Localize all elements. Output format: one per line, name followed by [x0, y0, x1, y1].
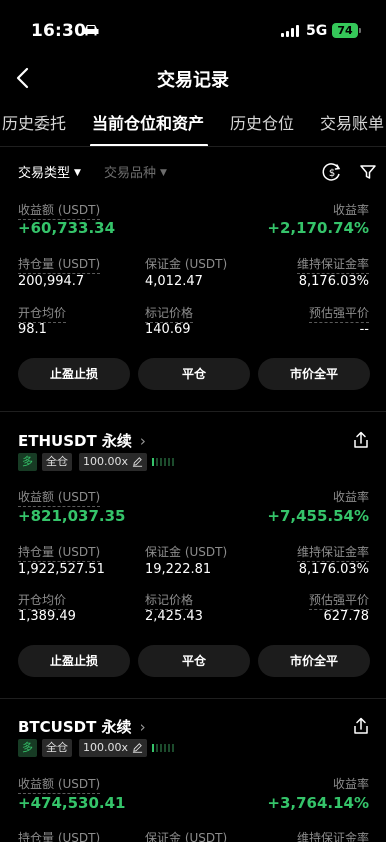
- entry-price-label: 开仓均价: [18, 591, 67, 610]
- entry-price-value: 1,389.49: [18, 609, 76, 624]
- liq-price-value: --: [359, 322, 369, 337]
- tpsl-button[interactable]: 止盈止损: [18, 645, 130, 677]
- size-value: 1,922,527.51: [18, 562, 105, 577]
- chevron-right-icon: ›: [139, 432, 146, 450]
- tab-bar: 历史委托 当前仓位和资产 历史仓位 交易账单: [0, 110, 386, 147]
- tpsl-button[interactable]: 止盈止损: [18, 358, 130, 390]
- margin-mode-badge: 全仓: [42, 453, 72, 471]
- roi-value: +2,170.74%: [267, 219, 369, 237]
- market-close-button[interactable]: 市价全平: [258, 358, 370, 390]
- battery-indicator: 74: [332, 23, 361, 38]
- leverage-value: 100.00x: [83, 455, 128, 468]
- tab-trade-bills[interactable]: 交易账单: [320, 110, 384, 134]
- status-bar: 16:30 5G 74: [0, 0, 386, 60]
- margin-value: 4,012.47: [145, 274, 203, 289]
- mmr-label: 维持保证金率: [297, 829, 369, 842]
- size-value: 200,994.7: [18, 274, 85, 289]
- pnl-value: +60,733.34: [18, 219, 116, 237]
- mark-price-value: 140.69: [145, 322, 191, 337]
- caret-down-icon: ▼: [74, 168, 81, 178]
- filter-bar: 交易类型 ▼ 交易品种 ▼ $: [0, 162, 386, 184]
- leverage-value: 100.00x: [83, 741, 128, 754]
- tab-position-history[interactable]: 历史仓位: [230, 110, 294, 134]
- mark-price-label: 标记价格: [145, 591, 194, 610]
- pnl-value: +474,530.41: [18, 794, 126, 812]
- pnl-label: 收益额 (USDT): [18, 201, 101, 220]
- mmr-label: 维持保证金率: [296, 543, 369, 562]
- chevron-right-icon: ›: [139, 718, 146, 736]
- margin-value: 19,222.81: [145, 562, 212, 577]
- market-close-button[interactable]: 市价全平: [258, 645, 370, 677]
- roi-value: +7,455.54%: [267, 507, 369, 525]
- risk-level-indicator: [152, 744, 174, 752]
- tab-order-history[interactable]: 历史委托: [2, 110, 66, 134]
- close-position-button[interactable]: 平仓: [138, 358, 250, 390]
- position-symbol[interactable]: ETHUSDT 永续 ›: [18, 430, 146, 451]
- side-badge: 多: [18, 739, 37, 757]
- side-badge: 多: [18, 453, 37, 471]
- roi-value: +3,764.14%: [267, 794, 369, 812]
- tab-current-positions[interactable]: 当前仓位和资产: [92, 110, 204, 134]
- pnl-label: 收益额 (USDT): [18, 775, 101, 794]
- size-label: 持仓量 (USDT): [18, 255, 101, 274]
- symbol-label: BTCUSDT 永续: [18, 718, 132, 736]
- edit-icon: [132, 457, 143, 467]
- funnel-icon[interactable]: [358, 162, 378, 182]
- roi-label: 收益率: [332, 203, 369, 217]
- risk-level-indicator: [152, 458, 174, 466]
- entry-price-value: 98.1: [18, 322, 47, 337]
- signal-icon: [281, 25, 299, 37]
- leverage-badge[interactable]: 100.00x: [79, 739, 147, 757]
- nav-bar: 交易记录: [0, 60, 386, 96]
- edit-icon: [132, 743, 143, 753]
- coin-filter-icon[interactable]: $: [322, 162, 342, 182]
- entry-price-label: 开仓均价: [18, 304, 67, 323]
- margin-mode-badge: 全仓: [42, 739, 72, 757]
- car-icon: [83, 25, 99, 36]
- mmr-value: 8,176.03%: [298, 562, 369, 577]
- pnl-value: +821,037.35: [18, 507, 126, 525]
- trade-type-label: 交易类型: [18, 166, 71, 181]
- pnl-label: 收益额 (USDT): [18, 488, 101, 507]
- margin-label: 保证金 (USDT): [145, 545, 228, 559]
- trade-type-filter[interactable]: 交易类型 ▼: [18, 162, 81, 181]
- mmr-value: 8,176.03%: [298, 274, 369, 289]
- liq-price-value: 627.78: [323, 609, 370, 624]
- margin-label: 保证金 (USDT): [145, 257, 228, 271]
- roi-label: 收益率: [332, 490, 369, 504]
- roi-label: 收益率: [332, 777, 369, 791]
- liq-price-label: 预估强平价: [308, 304, 369, 323]
- share-icon[interactable]: [352, 431, 370, 449]
- margin-label: 保证金 (USDT): [145, 831, 228, 842]
- trade-variety-label: 交易品种: [104, 166, 157, 181]
- leverage-badge[interactable]: 100.00x: [79, 453, 147, 471]
- svg-text:$: $: [329, 168, 335, 179]
- close-position-button[interactable]: 平仓: [138, 645, 250, 677]
- status-time: 16:30: [31, 21, 87, 41]
- share-icon[interactable]: [352, 717, 370, 735]
- caret-down-icon: ▼: [160, 168, 167, 178]
- mark-price-label: 标记价格: [145, 304, 194, 323]
- mark-price-value: 2,425.43: [145, 609, 203, 624]
- size-label: 持仓量 (USDT): [18, 543, 101, 562]
- network-type: 5G: [306, 23, 328, 39]
- divider: [0, 411, 386, 412]
- divider: [0, 698, 386, 699]
- position-symbol[interactable]: BTCUSDT 永续 ›: [18, 716, 146, 737]
- mmr-label: 维持保证金率: [296, 255, 369, 274]
- size-label: 持仓量 (USDT): [18, 829, 100, 842]
- page-title: 交易记录: [157, 70, 229, 91]
- liq-price-label: 预估强平价: [308, 591, 369, 610]
- trade-variety-filter[interactable]: 交易品种 ▼: [104, 162, 167, 181]
- symbol-label: ETHUSDT 永续: [18, 432, 132, 450]
- divider: [0, 146, 386, 147]
